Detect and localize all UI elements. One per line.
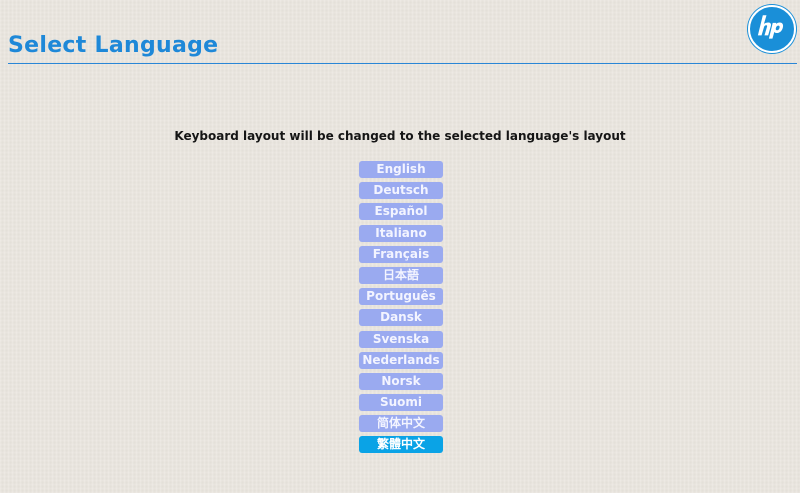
hp-logo	[748, 5, 796, 53]
hp-logo-icon	[757, 15, 784, 39]
language-option-button[interactable]: Dansk	[359, 309, 443, 327]
keyboard-layout-notice: Keyboard layout will be changed to the s…	[174, 129, 626, 143]
language-option-button[interactable]: Italiano	[359, 224, 443, 242]
language-option-button[interactable]: 简体中文	[359, 415, 443, 433]
language-option-button[interactable]: Deutsch	[359, 182, 443, 200]
language-option-button[interactable]: Français	[359, 245, 443, 263]
language-option-button[interactable]: English	[359, 161, 443, 178]
title-divider	[8, 63, 797, 64]
language-option-button[interactable]: Português	[359, 288, 443, 306]
page-title: Select Language	[8, 33, 219, 58]
language-option-button[interactable]: Español	[359, 203, 443, 221]
language-list: English Deutsch Español Italiano Français 日本語…	[359, 161, 443, 458]
language-option-button[interactable]: 繁體中文	[359, 436, 443, 454]
language-option-button[interactable]: 日本語	[359, 266, 443, 284]
language-option-button[interactable]: Norsk	[359, 372, 443, 390]
language-option-button[interactable]: Suomi	[359, 394, 443, 412]
language-option-button[interactable]: Nederlands	[359, 351, 443, 369]
language-option-button[interactable]: Svenska	[359, 330, 443, 348]
